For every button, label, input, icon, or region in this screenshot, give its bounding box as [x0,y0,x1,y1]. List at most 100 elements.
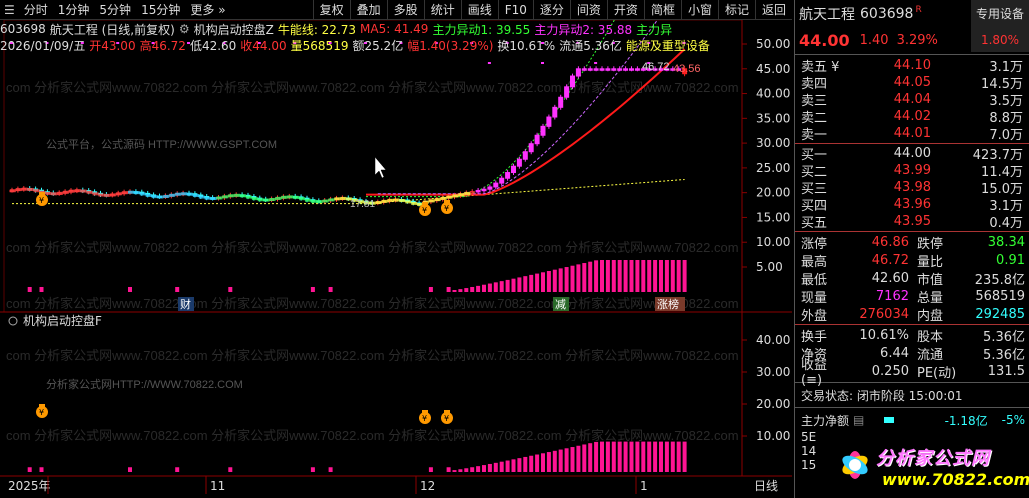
band-segment [128,190,134,194]
volume-bar [623,260,628,292]
sub-volume-bar [541,453,545,472]
sub-volume-bar [682,441,687,472]
main-flow-row[interactable]: 主力净额 ▤ -1.18亿 -5% [795,410,1029,430]
tool-simple-frame-button[interactable]: 简框 [643,0,681,20]
bar-open: 开43.00 [89,38,136,53]
stat-row[interactable]: 涨停 46.86 跌停 38.34 [795,233,1029,252]
sub-volume-bar [228,467,233,472]
bid-row[interactable]: 买四 43.96 3.1万 [795,196,1029,214]
volume-bar [664,260,669,292]
candle-body [487,186,493,190]
tool-stats-button[interactable]: 统计 [423,0,461,20]
stat-label: 跌停 [917,236,944,252]
peak-last-label: 43.56 [673,63,701,75]
main-flow-menu-icon[interactable]: ▤ [853,413,864,427]
sub-indicator-title[interactable]: 机构启动控盘F [23,313,102,328]
bid-row[interactable]: 买二 43.99 11.4万 [795,162,1029,180]
band-segment [464,191,471,195]
candle-body [493,182,499,188]
band-segment [45,191,52,195]
quote-panel: 航天工程 603698 R 专用设备 44.00 1.40 3.29% 1.80… [794,0,1029,498]
bid-row[interactable]: 买一 44.00 423.7万 [795,145,1029,163]
volume-bar [452,290,457,292]
bid-price: 43.98 [893,180,931,195]
volume-bar [499,281,504,292]
band-segment [234,193,241,197]
ask-row[interactable]: 卖五 ¥44.10 3.1万 [795,57,1029,75]
volume-bar [676,260,681,292]
watermark-repeat-2: com 分析家公式网www.70822.com 分析家公式网www.70822.… [6,240,739,255]
ask-row[interactable]: 卖二 44.02 8.8万 [795,108,1029,126]
period-tab-1min[interactable]: 1分钟 [53,0,95,20]
sub-volume-bar [552,450,557,472]
volume-bar [529,274,534,292]
ask-row[interactable]: 卖一 44.01 7.0万 [795,125,1029,143]
sub-volume-bar [458,469,463,472]
bar-sector[interactable]: 能源及重型设备 [626,37,710,53]
sub-volume-bar [611,441,616,472]
bid-row[interactable]: 买五 43.95 0.4万 [795,213,1029,231]
bid-price: 43.99 [893,163,931,178]
volume-bar [600,260,604,292]
bar-close: 收44.00 [240,38,287,53]
period-tab-timeshare[interactable]: 分时 [19,0,53,20]
sub-settings-icon[interactable] [8,316,18,326]
ask-row[interactable]: 卖三 44.04 3.5万 [795,91,1029,109]
stat-row[interactable]: 最高 46.72 量比 0.91 [795,251,1029,270]
price-tick-label: 45.00 [756,62,790,76]
stat-row[interactable]: 最低 42.60 市值 235.8亿 [795,269,1029,288]
candle-body [522,151,528,160]
price-tick-label: 35.00 [756,111,790,125]
return-button[interactable]: 返回 [754,0,792,20]
tool-kaizi-button[interactable]: 开资 [606,0,644,20]
period-tab-15min[interactable]: 15分钟 [136,0,185,20]
stat-row[interactable]: 现量 7162 总量 568519 [795,287,1029,306]
stat-value: 6.44 [880,345,909,361]
indicator-name[interactable]: 机构启动控盘Z [194,21,274,37]
tool-small-window-button[interactable]: 小窗 [680,0,718,20]
bid-row[interactable]: 买三 43.98 15.0万 [795,179,1029,197]
volume-bar [582,263,587,292]
indicator-settings-icon[interactable]: ⚙ [179,22,190,36]
sector-button[interactable]: 专用设备 [971,0,1029,28]
sub-volume-bar [629,441,634,472]
tool-draw-button[interactable]: 画线 [460,0,498,20]
stat-value: 131.5 [987,363,1025,379]
zl1-value: 主力异动1: 39.55 [432,22,531,37]
band-segment [257,198,264,202]
tool-tick-button[interactable]: 逐分 [532,0,570,20]
sub-volume-bar [470,467,475,472]
sub-volume-bar [493,462,498,472]
ask-row[interactable]: 卖四 44.05 14.5万 [795,74,1029,92]
signal-dot [541,62,544,64]
period-tab-more[interactable]: 更多 » [185,0,230,20]
tool-jianzi-button[interactable]: 间资 [569,0,607,20]
period-tab-5min[interactable]: 5分钟 [94,0,136,20]
sub-volume-bar [487,463,492,472]
sub-volume-bar [564,448,569,472]
svg-text:¥: ¥ [444,414,449,423]
tool-f10-button[interactable]: F10 [497,0,533,20]
stat-label: 股本 [917,329,944,345]
candle-body [587,68,593,71]
tool-mark-button[interactable]: 标记 [717,0,755,20]
stat-value: 0.250 [871,363,909,379]
volume-bar [653,260,658,292]
candle-body [581,68,587,71]
band-segment [145,193,152,197]
stat-row[interactable]: 换手 10.61% 股本 5.36亿 [795,326,1029,345]
stat-row[interactable]: 收益(≡) 0.250 PE(动) 131.5 [795,358,1029,388]
menu-icon[interactable]: ☰ [0,3,19,17]
sub-volume-bar [605,441,610,472]
stat-row[interactable]: 外盘 276034 内盘 292485 [795,305,1029,324]
stat-label: PE(动) [917,365,957,381]
tool-fuquan-button[interactable]: 复权 [312,0,350,20]
stat-value: 42.60 [871,270,909,286]
tool-overlay-button[interactable]: 叠加 [349,0,387,20]
kline-chart[interactable]: 公式平台，公式源码 HTTP://WWW.GSPT.COM 分析家公式网HTTP… [0,20,792,498]
volume-bar [505,279,510,292]
stat-value: 0.91 [996,252,1025,268]
volume-bar [570,265,575,292]
tool-multistock-button[interactable]: 多股 [386,0,424,20]
sub-volume-bar [635,441,640,472]
